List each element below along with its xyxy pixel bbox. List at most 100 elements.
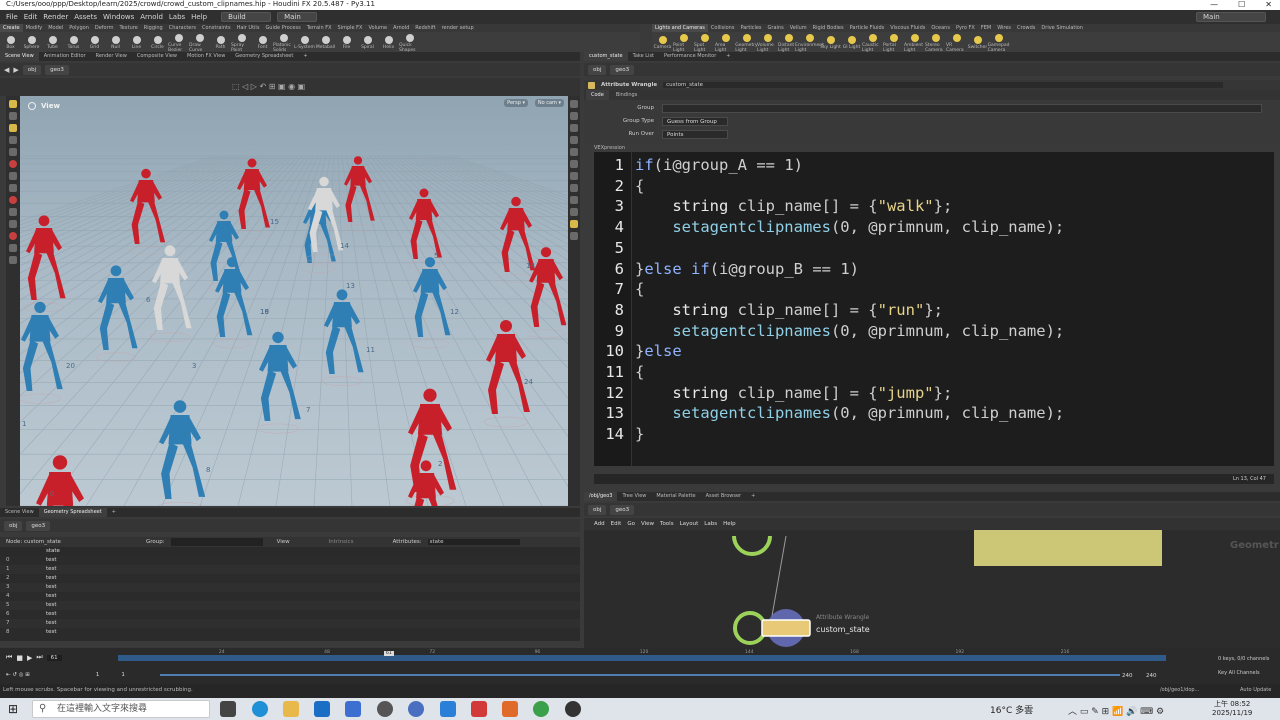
view-icon[interactable] (9, 148, 17, 156)
stop-icon[interactable] (9, 196, 17, 204)
shelf-tool-circle[interactable]: Circle (147, 34, 168, 50)
shelf-tool-volume-light[interactable]: Volume Light (757, 32, 778, 53)
wrangle-node[interactable] (761, 619, 811, 637)
tab-tree-view[interactable]: Tree View (617, 492, 651, 501)
crowd-agent-blue[interactable] (157, 400, 206, 506)
frame-field[interactable]: 61 (46, 654, 62, 661)
tab-geometry-spreadsheet[interactable]: Geometry Spreadsheet (230, 52, 298, 61)
close-button[interactable]: ✕ (1265, 0, 1272, 9)
table-row[interactable]: 5 test (0, 601, 580, 610)
add-tab-icon[interactable]: + (298, 52, 312, 61)
vscode-icon[interactable] (440, 701, 456, 717)
play-icon[interactable]: ▶ (27, 654, 32, 662)
stop-icon[interactable]: ■ (16, 654, 23, 662)
shelf-tool-geometry-light[interactable]: Geometry Light (735, 32, 758, 53)
camera-icon[interactable] (570, 148, 578, 156)
table-row[interactable]: 0 test (0, 556, 580, 565)
net-menu-view[interactable]: View (641, 521, 654, 527)
shelf-tool-spray-paint[interactable]: Spray Paint (231, 32, 252, 53)
shelf-tool-platonic-solids[interactable]: Platonic Solids (273, 32, 294, 53)
normals-icon[interactable] (570, 172, 578, 180)
tab-custom-state[interactable]: custom_state (584, 52, 628, 61)
menu-labs[interactable]: Labs (169, 13, 185, 21)
shelf-tool-spiral[interactable]: Spiral (357, 34, 378, 50)
jump-start-icon[interactable]: ⏮ (6, 653, 12, 662)
upstream-node[interactable] (732, 535, 772, 556)
wireframe-icon[interactable] (570, 112, 578, 120)
auto-update-button[interactable]: Auto Update (1240, 684, 1271, 696)
outlook-icon[interactable] (314, 701, 330, 717)
net-menu-help[interactable]: Help (723, 521, 736, 527)
shelf-tab-deform[interactable]: Deform (92, 24, 117, 32)
start-field[interactable]: 1 (96, 672, 100, 678)
shelf-tab-model[interactable]: Model (45, 24, 66, 32)
edge-icon[interactable] (252, 701, 268, 717)
path-crumb-obj[interactable]: obj (588, 504, 607, 515)
shelf-tool-ambient-light[interactable]: Ambient Light (904, 32, 925, 53)
shelf-tool-helix[interactable]: Helix (378, 34, 399, 50)
move-icon[interactable] (9, 112, 17, 120)
net-menu-layout[interactable]: Layout (680, 521, 699, 527)
intrinsics-dropdown[interactable]: Intrinsics (329, 539, 387, 545)
shelf-tool-path[interactable]: Path (210, 34, 231, 50)
tab-animation-editor[interactable]: Animation Editor (39, 52, 91, 61)
attributes-field[interactable]: state (427, 539, 520, 545)
houdini-icon[interactable] (502, 701, 518, 717)
shelf-tool-sphere[interactable]: Sphere (21, 34, 42, 50)
shelf-tool-gamepad-camera[interactable]: Gamepad Camera (988, 32, 1009, 53)
shelf-tool-metaball[interactable]: Metaball (315, 34, 336, 50)
path-crumb-geo3[interactable]: geo3 (45, 64, 69, 75)
shelf-tab-render-setup[interactable]: render setup (439, 24, 477, 32)
shelf-tab-modify[interactable]: Modify (23, 24, 46, 32)
recorder-icon[interactable] (565, 701, 581, 717)
shelf-tool-spot-light[interactable]: Spot Light (694, 32, 715, 53)
path-crumb-geo3[interactable]: geo3 (610, 64, 635, 75)
net-menu-go[interactable]: Go (627, 521, 635, 527)
add-tab-icon[interactable]: + (721, 52, 735, 61)
add-tab-icon[interactable]: + (746, 492, 760, 501)
shelf-tool-line[interactable]: Line (126, 34, 147, 50)
weather-widget[interactable]: 16°C 多雲 (990, 703, 1033, 716)
shelf-tool-draw-curve[interactable]: Draw Curve (189, 32, 210, 53)
tab-obj-geo3[interactable]: /obj/geo3 (584, 492, 618, 501)
range-slider[interactable] (160, 674, 1120, 676)
primitives-icon[interactable] (570, 196, 578, 204)
network-editor[interactable]: Attribute Wrangle custom_state Geometr (584, 530, 1280, 648)
range-icon[interactable]: ⇤ ↺ ◎ ⊞ (6, 672, 30, 678)
tab-take-list[interactable]: Take List (628, 52, 659, 61)
tab-bindings[interactable]: Bindings (611, 90, 643, 100)
points-icon[interactable] (570, 160, 578, 168)
select-icon[interactable] (9, 100, 17, 108)
app-icon[interactable] (377, 701, 393, 717)
shelf-tab-create[interactable]: Create (0, 24, 23, 32)
shelf-tab-rigging[interactable]: Rigging (141, 24, 166, 32)
path-crumb-geo3[interactable]: geo3 (610, 504, 635, 515)
vex-code-editor[interactable]: 1 if(i@group_A == 1) 2{3 string clip_name[… (594, 152, 1274, 466)
chrome-icon[interactable] (533, 701, 549, 717)
shelf-tool-switcher[interactable]: Switcher (967, 34, 988, 50)
menu-render[interactable]: Render (43, 13, 68, 21)
snap-icon[interactable] (9, 172, 17, 180)
bounds-icon[interactable] (570, 232, 578, 240)
crowd-agent-blue[interactable] (321, 289, 364, 386)
desktop-select-right[interactable]: Main (1196, 12, 1266, 22)
table-row[interactable]: 3 test (0, 583, 580, 592)
handle-icon[interactable] (9, 124, 17, 132)
timeline-bar[interactable] (118, 655, 1166, 661)
column-header-state[interactable]: state (46, 547, 90, 556)
shelf-tool-vr-camera[interactable]: VR Camera (946, 32, 967, 53)
discord-icon[interactable] (408, 701, 424, 717)
minimize-button[interactable]: — (1210, 0, 1218, 9)
lasso-icon[interactable] (9, 244, 17, 252)
tab-material-palette[interactable]: Material Palette (651, 492, 700, 501)
shelf-tool-point-light[interactable]: Point Light (673, 32, 694, 53)
pose-icon[interactable] (9, 136, 17, 144)
shelf-tool-l-system[interactable]: L-System (294, 34, 315, 50)
start-icon[interactable]: ⊞ (8, 702, 18, 716)
shelf-tool-portal-light[interactable]: Portal Light (883, 32, 904, 53)
crowd-agent-blue[interactable] (20, 301, 63, 404)
node-name-field[interactable]: custom_state (663, 82, 1224, 88)
path-crumb-obj[interactable]: obj (22, 64, 42, 75)
table-row[interactable]: 7 test (0, 619, 580, 628)
add-tab-icon[interactable]: + (107, 508, 121, 517)
